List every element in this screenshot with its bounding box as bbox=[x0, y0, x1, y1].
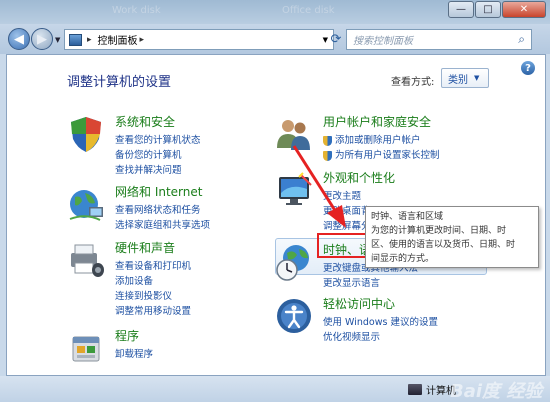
tooltip-line: 区、使用的语言以及货币、日期、时 bbox=[371, 240, 516, 250]
watermark: Bai度 经验 bbox=[450, 381, 543, 402]
computer-status: 计算机 bbox=[408, 382, 456, 397]
tooltip-line: 时钟、语言和区域 bbox=[371, 212, 444, 222]
annotation-arrow-icon bbox=[292, 145, 346, 228]
tooltip-line: 为您的计算机更改时间、日期、时 bbox=[371, 226, 507, 236]
computer-icon bbox=[408, 384, 422, 395]
tooltip: 时钟、语言和区域 为您的计算机更改时间、日期、时 区、使用的语言以及货币、日期、… bbox=[365, 206, 539, 268]
tooltip-line: 间显示的方式。 bbox=[371, 254, 435, 264]
